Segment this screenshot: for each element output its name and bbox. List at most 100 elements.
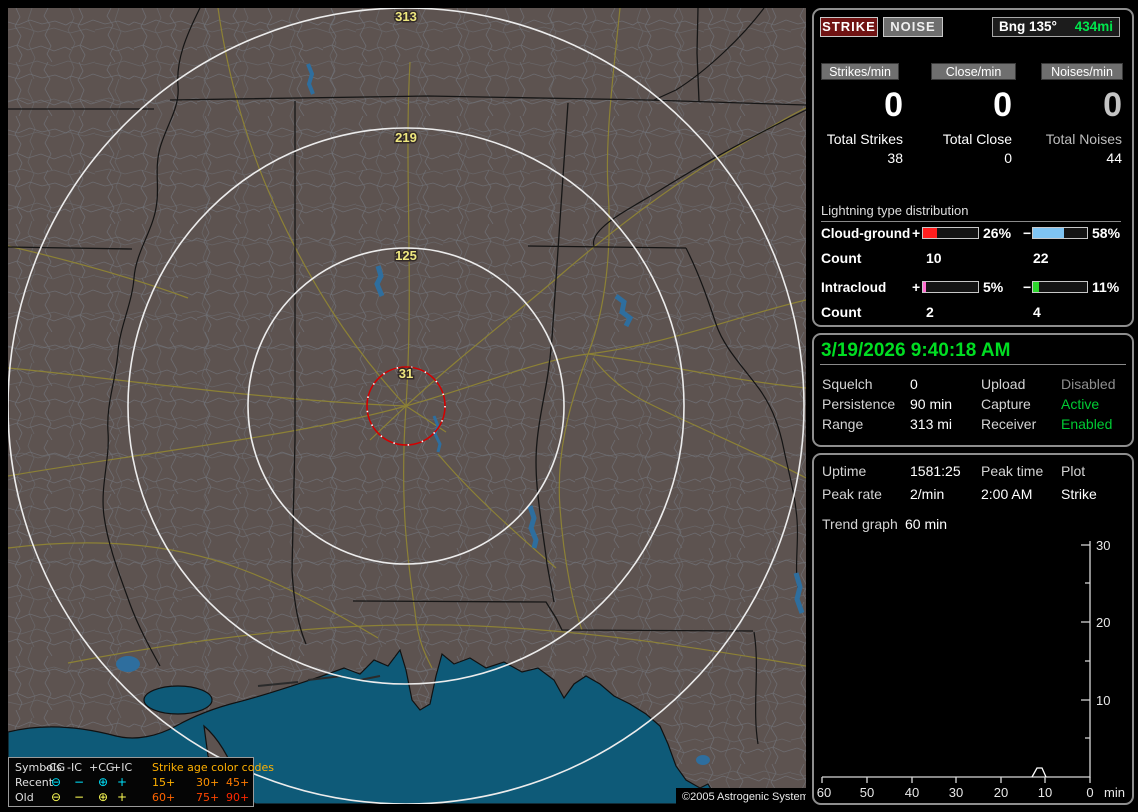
ic-neg-sign: − [1023, 279, 1032, 295]
pos-ic-recent-icon: + [116, 775, 128, 789]
trend-y-30: 30 [1096, 538, 1110, 553]
ic-neg-count: 4 [1033, 304, 1041, 320]
cg-neg-bar [1032, 227, 1088, 239]
total-close-value: 0 [1004, 150, 1012, 166]
age-60: 60+ [152, 791, 176, 804]
ring-label-313: 313 [395, 9, 417, 24]
trend-x-30: 30 [949, 785, 963, 800]
peak-time-label: Peak time [981, 463, 1044, 479]
persistence-label: Persistence [822, 396, 896, 412]
trend-x-unit: min [1104, 785, 1125, 800]
bearing-label: Bng 135° [999, 19, 1057, 34]
ic-pos-bar [922, 281, 979, 293]
legend-row-old-label: Old [15, 791, 34, 804]
cg-neg-sign: − [1023, 225, 1032, 241]
close-per-min-header[interactable]: Close/min [931, 63, 1016, 80]
cg-pos-count: 10 [926, 250, 942, 266]
cg-count-label: Count [821, 250, 862, 266]
trend-x-50: 50 [860, 785, 874, 800]
legend-col-neg-cg: -CG [45, 761, 66, 774]
receiver-label: Receiver [981, 416, 1037, 432]
receiver-status: Enabled [1061, 416, 1113, 432]
intracloud-label: Intracloud [821, 280, 887, 295]
trend-y-10: 10 [1096, 693, 1110, 708]
bearing-readout: Bng 135° 434mi [992, 17, 1120, 37]
age-30: 30+ [196, 776, 220, 789]
squelch-value: 0 [910, 376, 918, 392]
trend-spike [1031, 767, 1047, 778]
trend-x-40: 40 [905, 785, 919, 800]
range-value: 313 mi [910, 416, 953, 432]
trend-x-20: 20 [994, 785, 1008, 800]
neg-cg-recent-icon: ⊖ [50, 775, 62, 789]
copyright-bar: ©2005 Astrogenic Systems [676, 788, 806, 804]
capture-status: Active [1061, 396, 1100, 412]
strike-button[interactable]: STRIKE [820, 17, 878, 37]
total-noises-value: 44 [1106, 150, 1122, 166]
neg-ic-recent-icon: − [73, 775, 85, 789]
lake-pontchartrain [143, 685, 213, 715]
total-strikes-label: Total Strikes [826, 131, 903, 147]
cloud-ground-label: Cloud-ground [821, 226, 911, 241]
upload-status: Disabled [1061, 376, 1116, 392]
ic-count-label: Count [821, 304, 862, 320]
trend-y-major-ticks [1081, 544, 1090, 701]
neg-cg-old-icon: ⊖ [50, 790, 62, 804]
legend-col-neg-ic: -IC [67, 761, 82, 774]
bearing-distance: 434mi [1074, 19, 1113, 34]
ic-neg-bar [1032, 281, 1088, 293]
age-75: 75+ [196, 791, 220, 804]
persistence-value: 90 min [910, 396, 953, 412]
close-rate-value: 0 [993, 86, 1012, 124]
squelch-label: Squelch [822, 376, 873, 392]
trend-graph-value: 60 min [905, 516, 948, 532]
trend-x-60: 60 [817, 785, 831, 800]
capture-label: Capture [981, 396, 1031, 412]
total-strikes-value: 38 [887, 150, 903, 166]
noises-per-min-header[interactable]: Noises/min [1041, 63, 1123, 80]
strikes-per-min-header[interactable]: Strikes/min [821, 63, 899, 80]
ic-pos-sign: + [912, 279, 921, 295]
trend-panel: Uptime 1581:25 Peak time Plot Peak rate … [812, 453, 1134, 805]
legend-col-pos-ic: +IC [112, 761, 133, 774]
cg-neg-pct: 58% [1092, 225, 1121, 241]
trend-x-0: 0 [1086, 785, 1093, 800]
neg-ic-old-icon: − [73, 790, 85, 804]
trend-y-20: 20 [1096, 615, 1110, 630]
app-window: { "colors":{ "accent_green":"#00e64d","s… [0, 0, 1138, 812]
datetime-display: 3/19/2026 9:40:18 AM [821, 340, 1011, 361]
pos-cg-old-icon: ⊕ [97, 790, 109, 804]
uptime-value: 1581:25 [910, 463, 961, 479]
trend-graph: 30 20 10 60 50 40 30 20 10 0 min [817, 538, 1125, 800]
ic-pos-pct: 5% [983, 279, 1004, 295]
trend-axes [822, 541, 1091, 778]
status-panel: 3/19/2026 9:40:18 AM Squelch 0 Upload Di… [812, 333, 1134, 447]
legend-age-header: Strike age color codes [152, 761, 274, 774]
noise-button[interactable]: NOISE [883, 17, 943, 37]
trend-graph-label: Trend graph [822, 516, 898, 532]
rates-panel: STRIKE NOISE Bng 135° 434mi Strikes/min … [812, 8, 1134, 327]
copyright-text: ©2005 Astrogenic Systems [682, 791, 806, 803]
strikes-rate-value: 0 [884, 86, 903, 124]
cg-pos-bar [922, 227, 979, 239]
plot-label: Plot [1061, 463, 1086, 479]
symbols-legend: Symbols -CG -IC +CG +IC Strike age color… [8, 757, 274, 807]
pos-ic-old-icon: + [116, 790, 128, 804]
age-15: 15+ [152, 776, 176, 789]
ic-pos-count: 2 [926, 304, 934, 320]
noises-rate-value: 0 [1103, 86, 1122, 124]
range-label: Range [822, 416, 864, 432]
peak-rate-value: 2/min [910, 486, 945, 502]
plot-value: Strike [1061, 486, 1097, 502]
trend-x-ticks [821, 777, 1091, 783]
age-45: 45+ [226, 776, 250, 789]
ring-label-219: 219 [395, 130, 417, 145]
legend-col-pos-cg: +CG [89, 761, 115, 774]
trend-x-10: 10 [1038, 785, 1052, 800]
uptime-label: Uptime [822, 463, 867, 479]
ring-label-31: 31 [399, 366, 413, 381]
distribution-title: Lightning type distribution [821, 203, 1121, 222]
map[interactable]: 313 219 125 31 ©2005 Astrogenic Systems [8, 8, 806, 804]
pos-cg-recent-icon: ⊕ [97, 775, 109, 789]
ring-label-125: 125 [395, 248, 417, 263]
